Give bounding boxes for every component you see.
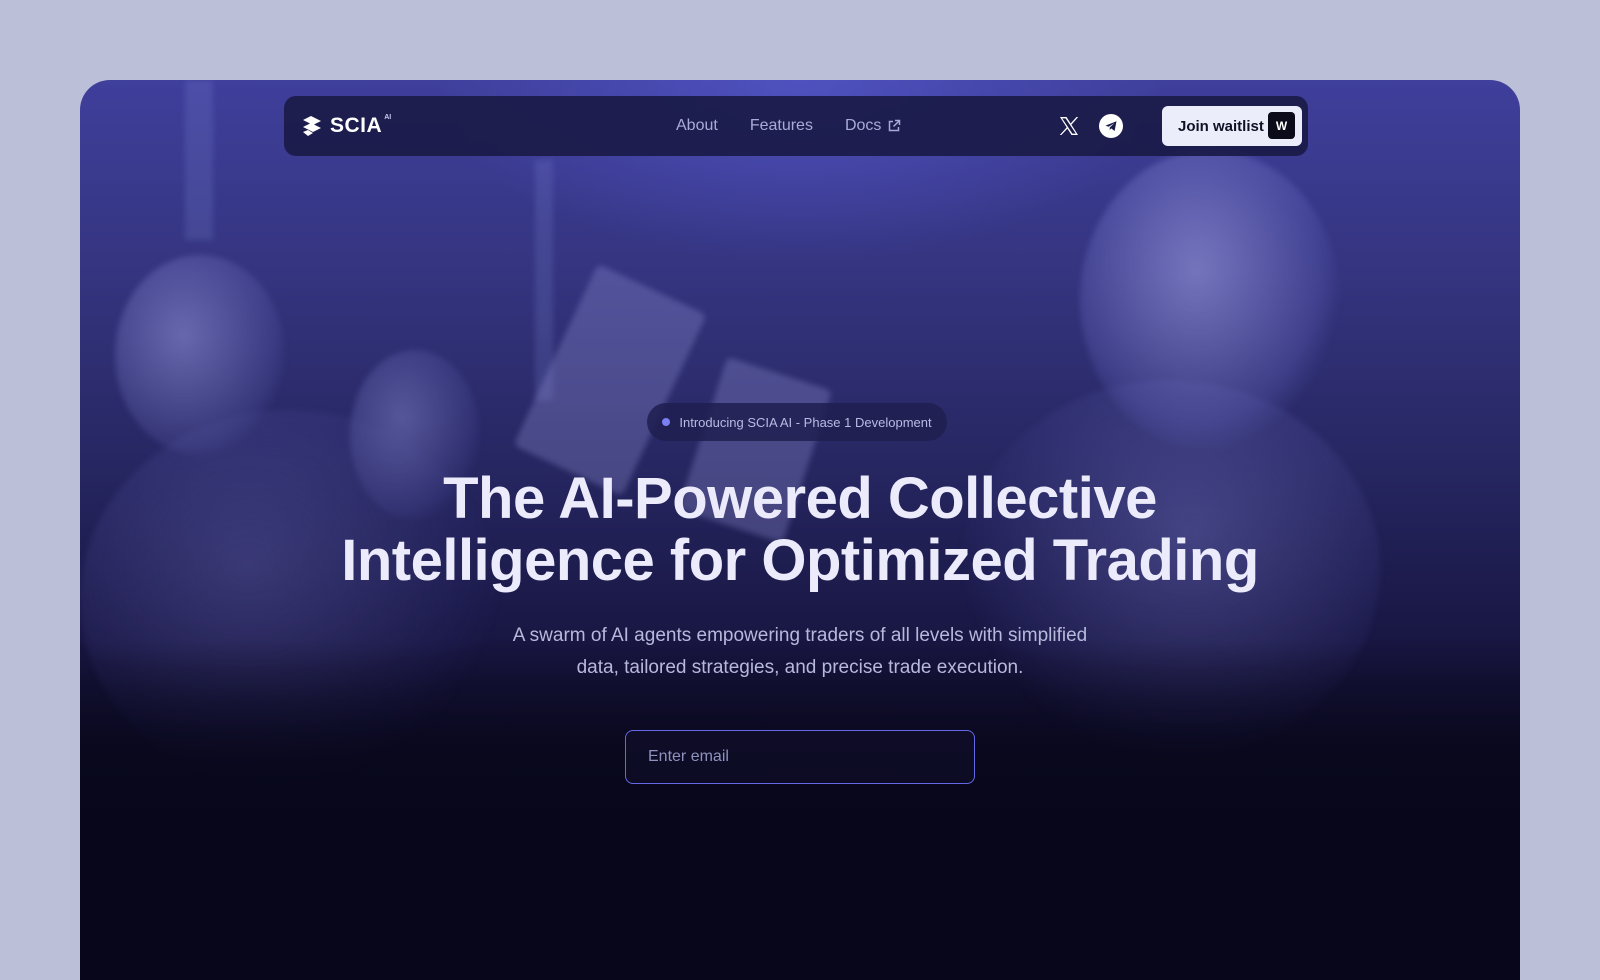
- keyboard-shortcut-badge: W: [1268, 112, 1295, 139]
- email-input[interactable]: [625, 730, 975, 784]
- announcement-badge: Introducing SCIA AI - Phase 1 Developmen…: [647, 403, 947, 441]
- join-waitlist-button[interactable]: Join waitlist W: [1162, 106, 1302, 146]
- logo-text: SCIA: [330, 114, 383, 137]
- subtext-line-2: data, tailored strategies, and precise t…: [576, 657, 1024, 678]
- hero-headline: The AI-Powered Collective Intelligence f…: [180, 468, 1420, 592]
- headline-line-1: The AI-Powered Collective: [443, 466, 1157, 531]
- join-waitlist-label: Join waitlist: [1178, 117, 1264, 135]
- logo[interactable]: SCIA AI: [300, 112, 391, 140]
- navbar: SCIA AI About Features Docs Join waitlis…: [284, 96, 1308, 156]
- scia-logo-icon: [303, 116, 321, 136]
- subtext-line-1: A swarm of AI agents empowering traders …: [512, 625, 1088, 646]
- background-fade: [80, 640, 1520, 980]
- nav-link-features[interactable]: Features: [750, 117, 813, 135]
- hero-frame: SCIA AI About Features Docs Join waitlis…: [80, 80, 1520, 980]
- nav-link-docs-label: Docs: [844, 117, 882, 134]
- status-dot-icon: [662, 418, 671, 426]
- nav-links: About Features Docs: [676, 96, 901, 156]
- logo-superscript: AI: [384, 113, 392, 121]
- telegram-icon[interactable]: [1098, 113, 1124, 139]
- hero-subtext: A swarm of AI agents empowering traders …: [450, 620, 1150, 684]
- x-icon[interactable]: [1056, 113, 1082, 139]
- external-link-icon: [889, 119, 901, 132]
- nav-link-docs[interactable]: Docs: [845, 117, 901, 135]
- announcement-text: Introducing SCIA AI - Phase 1 Developmen…: [679, 414, 932, 430]
- headline-line-2: Intelligence for Optimized Trading: [341, 528, 1259, 593]
- nav-link-about[interactable]: About: [676, 117, 718, 135]
- social-links: [1056, 113, 1124, 139]
